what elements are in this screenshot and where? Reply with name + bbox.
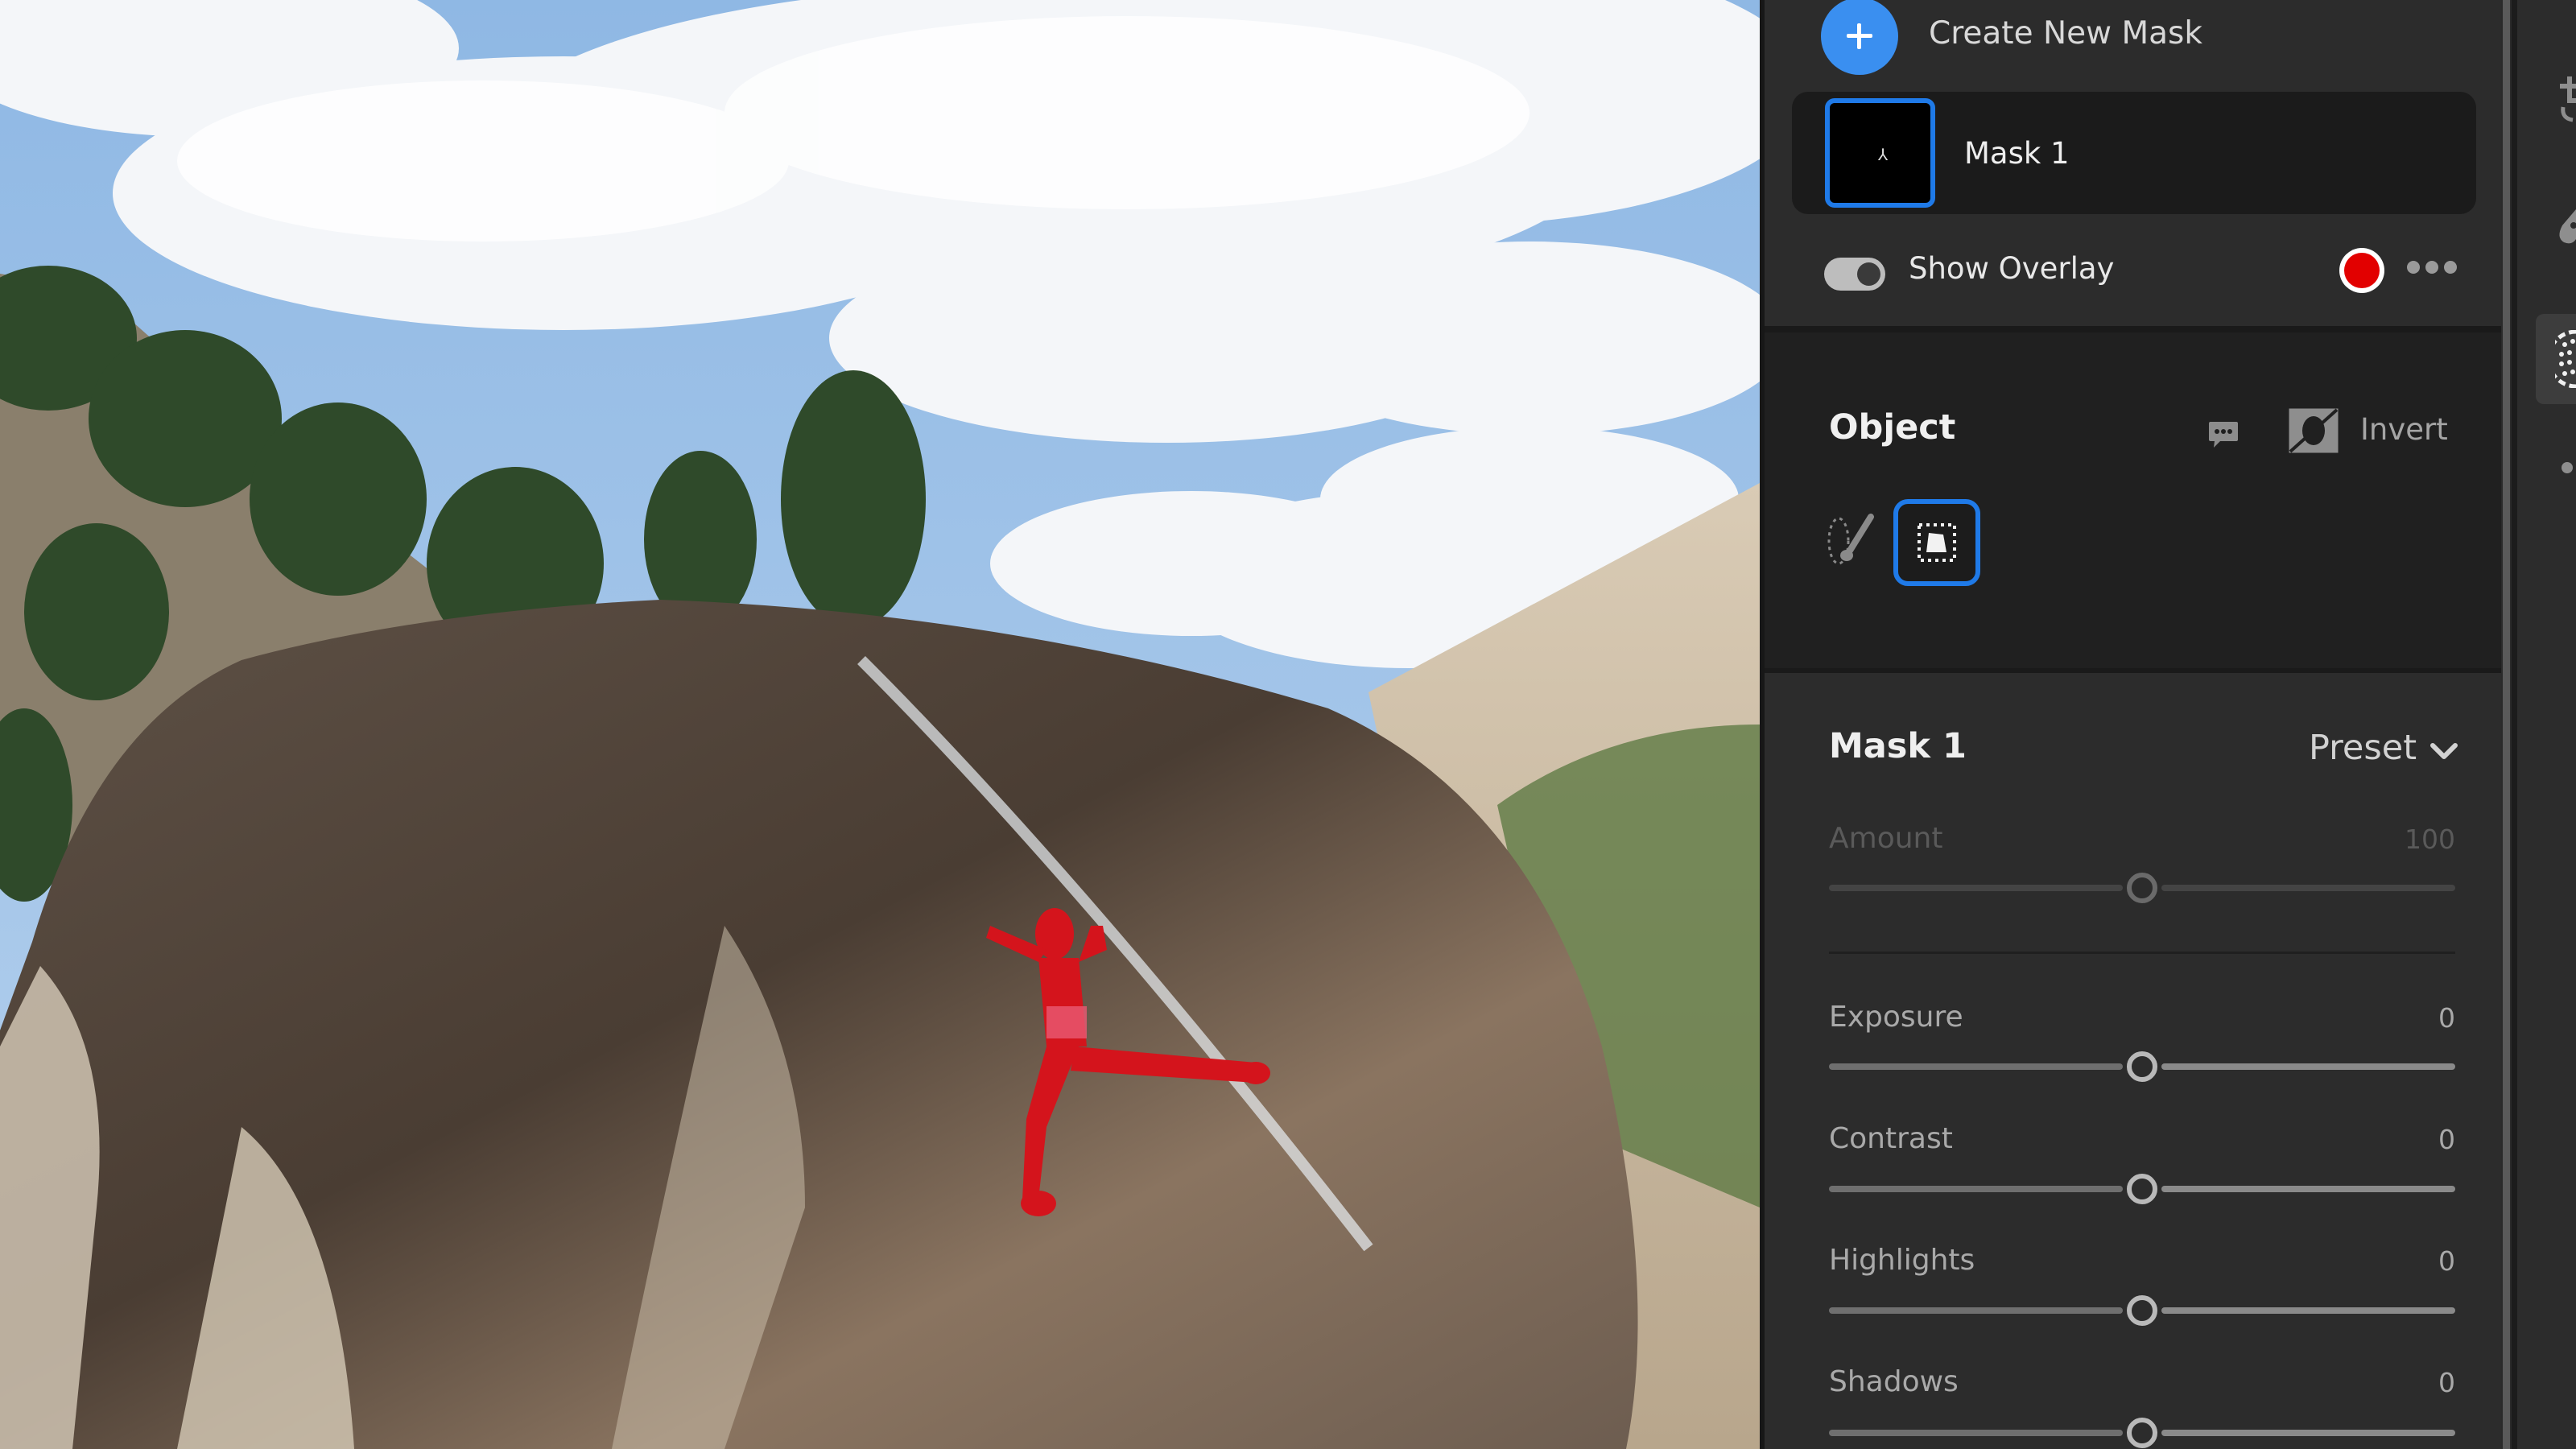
invert-icon[interactable] [2289, 408, 2339, 453]
create-new-mask-button[interactable] [1821, 0, 1898, 75]
bandage-icon[interactable] [2556, 205, 2576, 249]
object-section [1765, 332, 2501, 668]
slider-track[interactable] [2161, 1186, 2455, 1192]
chevron-down-icon [2430, 743, 2458, 759]
adjustments-title: Mask 1 [1829, 726, 1967, 766]
show-overlay-toggle[interactable] [1824, 258, 1885, 291]
brush-lasso-icon[interactable] [1826, 512, 1874, 565]
slider-thumb[interactable] [2127, 1418, 2157, 1448]
dot [2407, 261, 2420, 274]
create-new-mask-label[interactable]: Create New Mask [1929, 18, 2202, 49]
select-object-rect-icon [1918, 523, 1956, 562]
masking-icon[interactable] [2546, 329, 2576, 391]
slider-label: Amount [1829, 822, 1943, 855]
chat-bubble-icon[interactable] [2207, 419, 2240, 451]
slider-track[interactable] [2161, 1063, 2455, 1070]
slider-value[interactable]: 0 [2375, 1248, 2455, 1274]
slider-track[interactable] [1829, 1186, 2123, 1192]
preset-dropdown[interactable]: Preset [2309, 731, 2462, 771]
scrollbar-thumb[interactable] [2503, 0, 2510, 1449]
slider-label: Highlights [1829, 1244, 1975, 1277]
mask-shape-icon: ⅄ [1878, 145, 1889, 164]
slider-thumb[interactable] [2127, 873, 2157, 903]
mask-thumbnail[interactable]: ⅄ [1825, 98, 1935, 208]
toolbar-divider [2512, 0, 2517, 1449]
dot [2444, 261, 2457, 274]
slider-label: Exposure [1829, 1001, 1963, 1034]
slider-label: Contrast [1829, 1122, 1953, 1155]
photo-image [0, 0, 1760, 1449]
preset-label: Preset [2309, 728, 2417, 768]
section-divider [1765, 668, 2501, 673]
photo-canvas[interactable] [0, 0, 1760, 1449]
more-options-icon[interactable] [2407, 261, 2457, 275]
slider-value[interactable]: 0 [2375, 1126, 2455, 1153]
section-divider [1765, 326, 2501, 332]
show-overlay-label: Show Overlay [1909, 251, 2115, 286]
slider-thumb[interactable] [2127, 1295, 2157, 1326]
slider-label: Shadows [1829, 1365, 1959, 1398]
dot [2425, 261, 2438, 274]
slider-track[interactable] [2161, 1430, 2455, 1436]
overlay-color-swatch[interactable] [2339, 248, 2384, 293]
slider-thumb[interactable] [2127, 1174, 2157, 1204]
slider-track[interactable] [2161, 885, 2455, 891]
slider-value[interactable]: 100 [2375, 826, 2455, 852]
slider-track[interactable] [2161, 1307, 2455, 1314]
overlay-color-fill [2344, 253, 2380, 288]
slider-value[interactable]: 0 [2375, 1369, 2455, 1396]
slider-track[interactable] [1829, 1430, 2123, 1436]
invert-button[interactable]: Invert [2360, 415, 2448, 444]
plus-icon-stroke [1857, 23, 1861, 49]
slider-divider [1829, 952, 2455, 954]
slider-track[interactable] [1829, 885, 2123, 891]
object-section-title: Object [1829, 407, 1956, 448]
mask-name: Mask 1 [1964, 136, 2070, 171]
dot-icon[interactable] [2562, 462, 2573, 473]
toggle-knob [1857, 262, 1880, 286]
slider-thumb[interactable] [2127, 1051, 2157, 1082]
slider-track[interactable] [1829, 1307, 2123, 1314]
slider-track[interactable] [1829, 1063, 2123, 1070]
select-object-rect-button[interactable] [1893, 499, 1980, 586]
slider-value[interactable]: 0 [2375, 1005, 2455, 1031]
masking-panel [1765, 0, 2501, 1449]
crop-rotate-icon[interactable] [2558, 76, 2576, 128]
